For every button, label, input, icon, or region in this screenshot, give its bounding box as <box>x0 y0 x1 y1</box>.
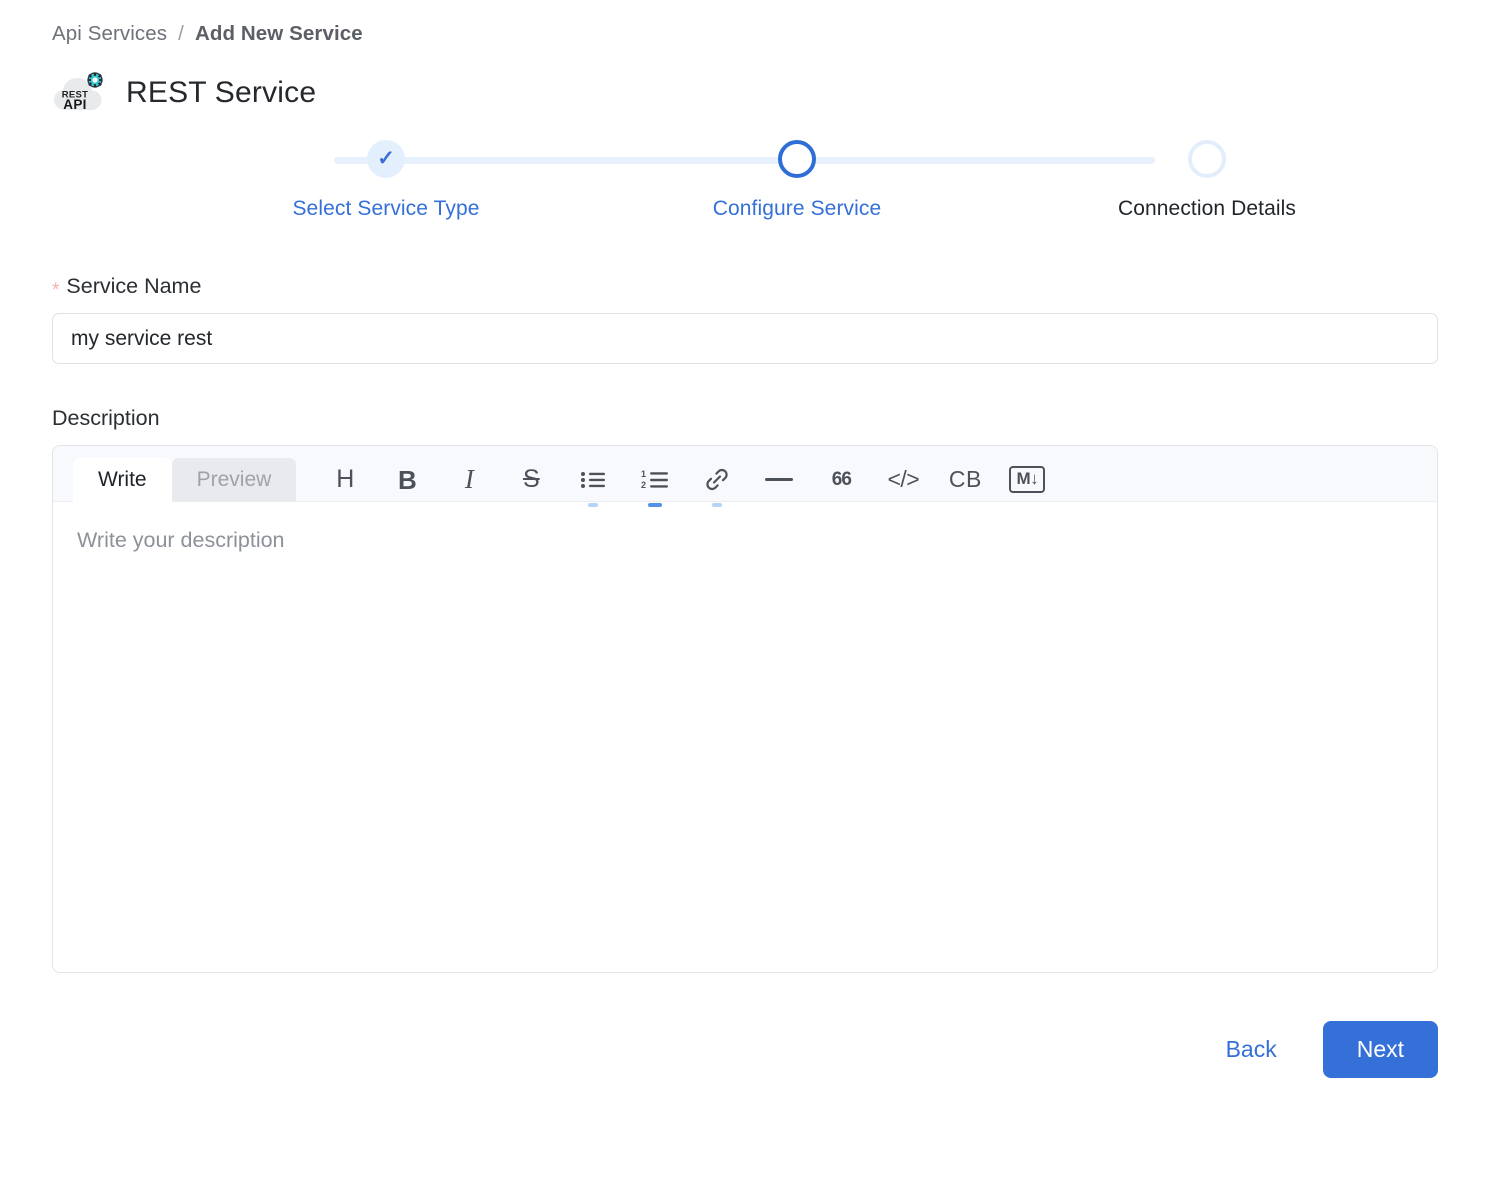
heading-glyph: H <box>336 467 354 492</box>
description-label: Description <box>52 406 1438 431</box>
markdown-box: M↓ <box>1009 466 1045 493</box>
markdown-editor: Write Preview H B I S <box>52 445 1438 973</box>
code-block-icon[interactable]: CB <box>934 458 996 501</box>
editor-toolbar: Write Preview H B I S <box>53 446 1437 502</box>
form-footer: Back Next <box>52 1021 1438 1078</box>
tab-write[interactable]: Write <box>73 458 172 502</box>
stepper-step-2-label: Configure Service <box>632 197 962 221</box>
unordered-list-indicator <box>588 503 598 507</box>
svg-text:1: 1 <box>641 469 646 479</box>
breadcrumb: Api Services / Add New Service <box>52 0 1438 46</box>
breadcrumb-current: Add New Service <box>195 22 363 46</box>
ordered-list-indicator <box>648 503 662 507</box>
page-title-row: REST API REST Service <box>52 67 1438 119</box>
description-placeholder: Write your description <box>77 528 1413 553</box>
progress-stepper: ✓ Select Service Type Configure Service … <box>52 140 1438 250</box>
italic-glyph: I <box>465 466 474 493</box>
back-button[interactable]: Back <box>1224 1032 1279 1067</box>
link-indicator <box>712 503 722 507</box>
description-textarea[interactable]: Write your description <box>53 502 1437 972</box>
page-title: REST Service <box>126 76 316 110</box>
stepper-step-select-service-type[interactable]: ✓ Select Service Type <box>221 140 551 221</box>
circle-icon <box>1188 140 1226 178</box>
ordered-list-icon[interactable]: 1 2 <box>624 458 686 501</box>
markdown-letter: M <box>1016 469 1030 489</box>
step-1-marker: ✓ <box>377 148 395 169</box>
logo-text-api: API <box>63 97 86 112</box>
bold-icon[interactable]: B <box>376 458 438 501</box>
breadcrumb-api-services[interactable]: Api Services <box>52 22 167 46</box>
markdown-arrow: ↓ <box>1030 469 1038 489</box>
circle-icon <box>778 140 816 178</box>
stepper-step-3-label: Connection Details <box>1042 197 1372 221</box>
horizontal-rule-icon[interactable] <box>748 458 810 501</box>
check-icon: ✓ <box>367 140 405 178</box>
service-name-label: * Service Name <box>52 274 1438 299</box>
service-name-input[interactable] <box>52 313 1438 364</box>
heading-icon[interactable]: H <box>314 458 376 501</box>
unordered-list-icon[interactable] <box>562 458 624 501</box>
link-icon[interactable] <box>686 458 748 501</box>
code-block-glyph: CB <box>949 468 982 491</box>
blockquote-glyph: 66 <box>832 470 851 489</box>
add-new-service-page: Api Services / Add New Service <box>0 0 1490 1198</box>
inline-code-icon[interactable]: </> <box>872 458 934 501</box>
required-asterisk: * <box>52 281 59 300</box>
stepper-step-connection-details[interactable]: Connection Details <box>1042 140 1372 221</box>
blockquote-icon[interactable]: 66 <box>810 458 872 501</box>
next-button[interactable]: Next <box>1323 1021 1438 1078</box>
svg-text:2: 2 <box>641 480 646 490</box>
stepper-step-configure-service[interactable]: Configure Service <box>632 140 962 221</box>
inline-code-glyph: </> <box>887 468 919 491</box>
markdown-guide-icon[interactable]: M↓ <box>996 458 1058 501</box>
rest-api-cloud-icon: REST API <box>52 70 104 117</box>
strikethrough-glyph: S <box>523 467 540 492</box>
bold-glyph: B <box>398 467 417 493</box>
strikethrough-icon[interactable]: S <box>500 458 562 501</box>
italic-icon[interactable]: I <box>438 458 500 501</box>
stepper-step-1-label: Select Service Type <box>221 197 551 221</box>
tab-preview[interactable]: Preview <box>172 458 297 501</box>
hr-glyph <box>765 478 793 481</box>
breadcrumb-separator: / <box>178 22 184 46</box>
service-name-label-text: Service Name <box>66 274 201 299</box>
